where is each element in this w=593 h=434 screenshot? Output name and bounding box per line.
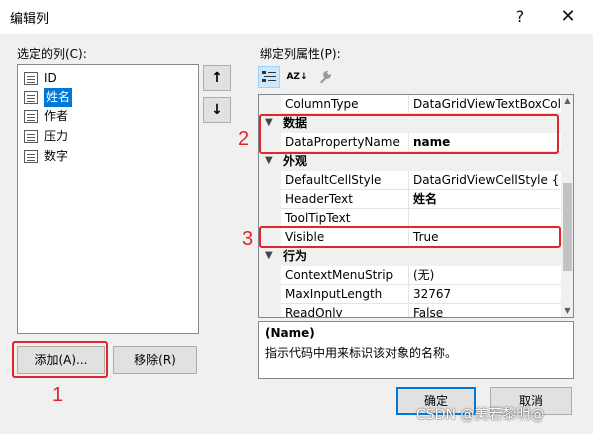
- move-up-button[interactable]: ↑: [203, 65, 231, 91]
- property-value[interactable]: 32767: [409, 285, 561, 304]
- property-row-columntype[interactable]: ColumnType DataGridViewTextBoxColu: [259, 95, 561, 114]
- list-item-label: 压力: [44, 129, 69, 143]
- selected-columns-label: 选定的列(C):: [17, 47, 87, 61]
- alphabetical-button[interactable]: AZ↓: [286, 66, 308, 88]
- property-value[interactable]: False: [409, 304, 561, 317]
- list-item[interactable]: ID: [24, 69, 57, 88]
- annotation-box-add: [12, 341, 108, 378]
- column-icon: [24, 72, 38, 85]
- annotation-number-3: 3: [242, 228, 254, 250]
- property-value[interactable]: DataGridViewTextBoxColu: [409, 95, 561, 114]
- property-name: ReadOnly: [281, 304, 409, 317]
- list-item[interactable]: 压力: [24, 127, 68, 146]
- column-icon: [24, 150, 38, 163]
- property-name: MaxInputLength: [281, 285, 409, 304]
- wrench-icon: [320, 70, 332, 84]
- property-row-readonly[interactable]: ReadOnly False: [259, 304, 561, 317]
- property-value[interactable]: 姓名: [409, 190, 561, 209]
- property-row-defaultcellstyle[interactable]: DefaultCellStyle DataGridViewCellStyle {…: [259, 171, 561, 190]
- annotation-number-2: 2: [238, 128, 250, 150]
- list-item-label: 姓名: [44, 88, 73, 107]
- help-button[interactable]: ?: [498, 2, 542, 32]
- scroll-thumb[interactable]: [563, 183, 572, 271]
- property-grid-scrollbar[interactable]: ▲ ▼: [561, 95, 573, 317]
- remove-button[interactable]: 移除(R): [113, 346, 197, 374]
- property-row-maxinputlength[interactable]: MaxInputLength 32767: [259, 285, 561, 304]
- close-button[interactable]: ✕: [546, 2, 590, 32]
- bound-column-properties-label: 绑定列属性(P):: [260, 47, 341, 61]
- scroll-down-icon[interactable]: ▼: [562, 305, 573, 317]
- window-title: 编辑列: [10, 12, 50, 27]
- list-item[interactable]: 数字: [24, 147, 68, 166]
- scroll-up-icon[interactable]: ▲: [562, 95, 573, 107]
- move-down-button[interactable]: ↓: [203, 97, 231, 123]
- property-pages-button[interactable]: [314, 66, 336, 88]
- category-row-behavior[interactable]: ▼ 行为: [259, 247, 561, 266]
- chevron-down-icon[interactable]: ▼: [265, 152, 273, 170]
- list-item-selected[interactable]: 姓名: [24, 88, 73, 107]
- annotation-number-1: 1: [52, 384, 64, 406]
- category-row-appearance[interactable]: ▼ 外观: [259, 152, 561, 171]
- property-name: ContextMenuStrip: [281, 266, 409, 285]
- categorized-button[interactable]: [258, 66, 280, 88]
- description-text: 指示代码中用来标识该对象的名称。: [265, 346, 458, 360]
- property-value[interactable]: (无): [409, 266, 561, 285]
- property-value[interactable]: DataGridViewCellStyle { }: [409, 171, 561, 190]
- property-toolbar: AZ↓: [258, 66, 336, 90]
- categorized-icon: [262, 71, 276, 82]
- annotation-box-datapropertyname: [259, 114, 559, 154]
- column-icon: [24, 110, 38, 123]
- property-description-panel: (Name) 指示代码中用来标识该对象的名称。: [258, 321, 574, 379]
- category-name: 行为: [283, 249, 308, 263]
- description-title: (Name): [265, 326, 315, 340]
- list-item-label: 数字: [44, 149, 69, 163]
- property-name: DefaultCellStyle: [281, 171, 409, 190]
- list-item[interactable]: 作者: [24, 107, 68, 126]
- chevron-down-icon[interactable]: ▼: [265, 247, 273, 265]
- list-item-label: 作者: [44, 109, 69, 123]
- arrow-down-icon: ↓: [211, 102, 223, 118]
- column-icon: [24, 91, 38, 104]
- annotation-box-visible: [259, 226, 561, 248]
- title-bar: 编辑列 ? ✕: [0, 0, 593, 34]
- property-name: ColumnType: [281, 95, 409, 114]
- arrow-up-icon: ↑: [211, 70, 223, 86]
- list-item-label: ID: [44, 71, 57, 85]
- column-icon: [24, 130, 38, 143]
- watermark: CSDN @美若黎明@: [416, 407, 545, 423]
- property-row-headertext[interactable]: HeaderText 姓名: [259, 190, 561, 209]
- property-row-contextmenustrip[interactable]: ContextMenuStrip (无): [259, 266, 561, 285]
- columns-listbox[interactable]: ID 姓名 作者 压力 数字: [17, 64, 199, 334]
- property-name: HeaderText: [281, 190, 409, 209]
- category-name: 外观: [283, 154, 308, 168]
- sort-az-icon: AZ↓: [286, 72, 308, 82]
